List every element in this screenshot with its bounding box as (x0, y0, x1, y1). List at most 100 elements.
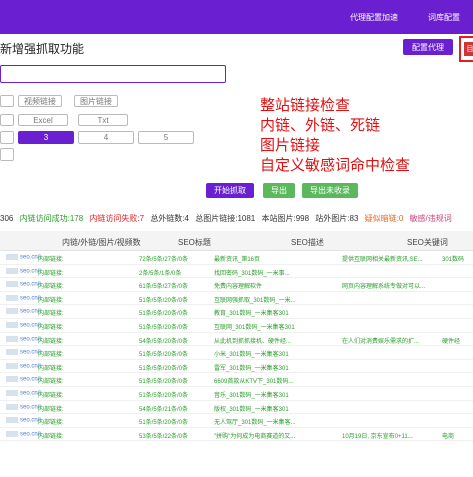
row-counts: 51条/5条/20条/0条 (139, 379, 189, 386)
table-row[interactable]: seo.cn/i 内部链接: 51条/5条/20条/0条 雷军_301数码_一米集客3… (0, 360, 473, 374)
table-row[interactable]: seo.cn/i 内部链接: 2条/5条/1条/0条 找回密码_301数码_一米事..… (0, 265, 473, 279)
row-seo-desc: 在人们对消费娱乐需求的扩... (342, 338, 420, 345)
export-unindexed-button[interactable]: 导出未收录 (302, 183, 358, 198)
blurred-domain (6, 321, 18, 328)
blurred-domain (6, 376, 18, 383)
row-url-link[interactable]: seo.cn/i (6, 376, 41, 383)
stat-image-links: 总图片链接:1081 (195, 214, 256, 223)
table-row[interactable]: seo.cn/i 内部链接: 54条/5条/21条/0条 版权_301数码_一米集客3… (0, 401, 473, 415)
blurred-domain (6, 294, 18, 301)
column-header-counts: 内链/外链/图片/视频数 (62, 238, 141, 247)
row-seo-keywords: 电商 (442, 433, 455, 440)
annotation-line-3: 图片链接 (260, 136, 321, 154)
row-counts: 54条/5条/20条/0条 (139, 338, 189, 345)
table-row[interactable]: seo.cn/i 内部链接: 51条/5条/20条/0条 6609首款从KTV下_30… (0, 373, 473, 387)
row-url-link[interactable]: seo.cn/i (6, 430, 41, 437)
top-navigation-bar: 代理配置加速 词库配置 (0, 0, 473, 34)
format-txt-option[interactable]: Txt (78, 114, 128, 126)
table-row[interactable]: seo.cn/i 内部链接: 61条/5条/27条/0条 免费内容理解软件 网页内容理解… (0, 278, 473, 292)
depth-option-extra[interactable] (0, 148, 14, 161)
row-url-link[interactable]: seo.cn/i (6, 254, 41, 261)
row-counts: 54条/5条/21条/0条 (139, 406, 189, 413)
row-url-link[interactable]: seo.cn/i (6, 294, 41, 301)
filter-image-links-button[interactable]: 图片链接 (74, 95, 118, 107)
table-row[interactable]: seo.cn/i 内部链接: 51条/5条/20条/0条 音乐_301数码_一米集客3… (0, 387, 473, 401)
row-seo-title: 音乐_301数码_一米集客301 (214, 392, 289, 399)
stat-total: 306 (0, 214, 14, 223)
row-seo-title: "拼购"为何成为电商赛道的又... (214, 433, 296, 440)
depth-option-3-selected[interactable]: 3 (18, 131, 74, 144)
stat-external-images: 站外图片:83 (315, 214, 359, 223)
nav-library-config-link[interactable]: 词库配置 (428, 12, 460, 23)
table-row[interactable]: seo.cn/i 内部链接: 53条/5条/22条/0条 "拼购"为何成为电商赛道的又… (0, 428, 473, 442)
row-url-link[interactable]: seo.cn/i (6, 417, 41, 424)
blurred-domain (6, 267, 18, 274)
row-seo-title: 从此机到抓抓接机、硬件经... (214, 338, 292, 345)
blurred-domain (6, 389, 18, 396)
row-link-type: 内部链接: (38, 311, 64, 318)
row-url-link[interactable]: seo.cn/i (6, 267, 41, 274)
row-seo-title: 互联网强抓取_301数码_一米... (214, 297, 296, 304)
crawl-stats-bar: 306 内链访问成功:178 内链访问失败:7 总外链数:4 总图片链接:108… (0, 213, 456, 225)
table-row[interactable]: seo.cn/i 内部链接: 51条/5条/20条/0条 教育_301数码_一米集客3… (0, 305, 473, 319)
row-link-type: 内部链接: (38, 284, 64, 291)
annotation-line-2: 内链、外链、死链 (260, 116, 381, 134)
row-seo-keywords: 301数码 (442, 257, 465, 263)
row-seo-title: 雷军_301数码_一米集客301 (214, 365, 289, 372)
row-url-link[interactable]: seo.cn/i (6, 321, 41, 329)
row-link-type: 内部链接: (38, 365, 64, 372)
results-table-body: seo.cn/i 内部链接: 72条/5条/27条/0条 最新资讯_第16页 提供互联网… (0, 251, 473, 442)
row-url-link[interactable]: seo.cn/i (6, 403, 41, 410)
depth-option-5[interactable]: 5 (138, 131, 194, 144)
row-url-link[interactable]: seo.cn/i (6, 308, 41, 315)
url-input[interactable] (0, 65, 226, 83)
table-row[interactable]: seo.cn/i 内部链接: 51条/5条/20条/0条 小米_301数码_一米集客3… (0, 346, 473, 360)
table-row[interactable]: seo.cn/i 内部链接: 72条/5条/27条/0条 最新资讯_第16页 提供互联网… (0, 251, 473, 265)
blurred-domain (6, 308, 18, 315)
row-link-type: 内部链接: (38, 324, 64, 331)
table-row[interactable]: seo.cn/i 内部链接: 51条/5条/20条/0条 互联网_301数码_一米集客… (0, 319, 473, 333)
table-row[interactable]: seo.cn/i 内部链接: 51条/5条/20条/0条 互联网强抓取_301数码_一… (0, 292, 473, 306)
blurred-domain (6, 349, 18, 356)
depth-option-4[interactable]: 4 (78, 131, 134, 144)
annotation-line-4: 自定义敏感词命中检查 (260, 156, 411, 174)
stat-sensitive-words[interactable]: 敏感/违规词 (410, 214, 452, 223)
start-crawl-button[interactable]: 开始抓取 (206, 183, 254, 198)
row-counts: 51条/5条/20条/0条 (139, 311, 189, 318)
configure-proxy-button[interactable]: 配置代理 (403, 39, 453, 55)
row-link-type: 内部链接: (38, 406, 64, 413)
row-seo-title: 最新资讯_第16页 (214, 257, 261, 263)
row-counts: 51条/5条/20条/0条 (139, 352, 189, 359)
row-link-type: 内部链接: (38, 392, 64, 399)
stat-hidden-links[interactable]: 疑似暗链:0 (365, 214, 404, 223)
row-url-link[interactable]: seo.cn/i (6, 349, 41, 356)
format-option-1[interactable] (0, 114, 14, 126)
stat-site-images: 本站图片:998 (261, 214, 310, 223)
row-seo-title: 6609首款从KTV下_301数码... (214, 379, 294, 386)
table-row[interactable]: seo.cn/i 内部链接: 51条/5条/20条/0条 无人驾厅_301数码_一米集… (0, 414, 473, 428)
nav-proxy-config-link[interactable]: 代理配置加速 (350, 12, 398, 23)
row-seo-title: 小米_301数码_一米集客301 (214, 352, 289, 359)
highlighted-button-frame[interactable]: 目 (459, 36, 473, 62)
highlighted-button[interactable]: 目 (464, 42, 473, 56)
stat-internal-failed[interactable]: 内链访问失败:7 (89, 214, 144, 223)
filter-video-links-button[interactable]: 视频链接 (18, 95, 62, 107)
column-header-seo-title: SEO标题 (178, 238, 211, 247)
row-seo-title: 教育_301数码_一米集客301 (214, 311, 289, 318)
table-row[interactable]: seo.cn/i 内部链接: 54条/5条/20条/0条 从此机到抓抓接机、硬件经..… (0, 333, 473, 347)
row-counts: 51条/5条/20条/0条 (139, 420, 189, 427)
row-counts: 53条/5条/22条/0条 (139, 433, 189, 440)
depth-option-1[interactable] (0, 131, 14, 144)
row-url-link[interactable]: seo.cn/i (6, 362, 41, 369)
row-url-link[interactable]: seo.cn/i (6, 389, 41, 397)
column-header-seo-keywords: SEO关键词 (407, 238, 448, 247)
export-button[interactable]: 导出 (263, 183, 295, 198)
format-excel-option[interactable]: Excel (18, 114, 68, 126)
row-counts: 51条/5条/20条/0条 (139, 365, 189, 372)
filter-button-1[interactable] (0, 95, 14, 107)
row-seo-title: 互联网_301数码_一米集客301 (214, 324, 295, 331)
blurred-domain (6, 254, 18, 260)
row-link-type: 内部链接: (38, 433, 64, 440)
row-url-link[interactable]: seo.cn/i (6, 281, 41, 288)
row-url-link[interactable]: seo.cn/i (6, 335, 41, 342)
